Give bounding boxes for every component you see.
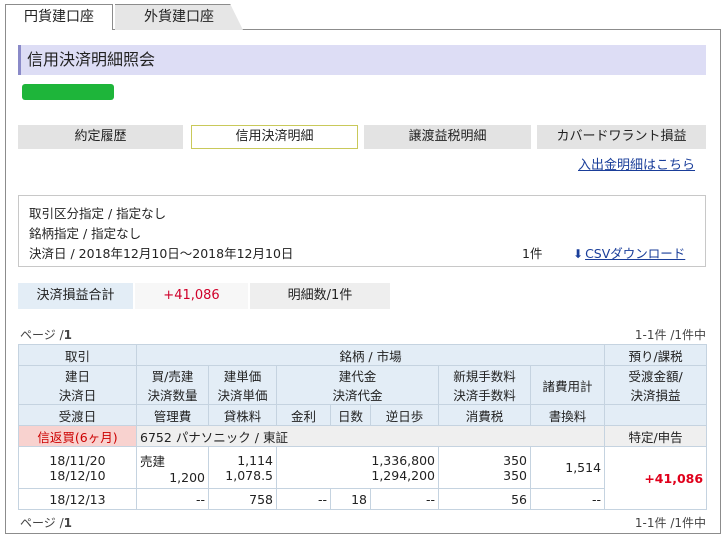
new-fee: 350: [503, 452, 527, 468]
settle-price: 1,078.5: [225, 467, 273, 483]
masked-account-name: [22, 84, 114, 100]
rewrite-fee: --: [529, 488, 606, 510]
header-settle-price: 決済単価: [217, 388, 268, 403]
header-trade: 取引: [18, 344, 137, 366]
lending-fee: 758: [208, 488, 277, 510]
interest: --: [276, 488, 331, 510]
settlement-table: 取引 銘柄 / 市場 預り/課税 建日決済日 買/売建決済数量 建単価決済単価 …: [18, 344, 708, 510]
cell-fees: 350 350: [438, 446, 531, 489]
page-indicator-bottom: ページ /1: [20, 514, 72, 531]
table-row: 18/12/13 -- 758 -- 18 -- 56 --: [18, 488, 707, 510]
subtab-trade-history[interactable]: 約定履歴: [18, 125, 183, 149]
header-account-tax: 預り/課税: [604, 344, 708, 366]
header-open-date: 建日: [64, 369, 90, 384]
subtab-covered-warrant[interactable]: カバードワラント損益: [537, 125, 706, 149]
header-amounts: 建代金 決済代金: [276, 365, 439, 405]
cell-side-qty: 売建 1,200: [136, 446, 209, 489]
reverse-fee: --: [370, 488, 439, 510]
range-bottom: 1-1件 /1件中: [634, 516, 706, 530]
header-settle-amount: 決済代金: [332, 388, 383, 403]
header-settle-fee: 決済手数料: [453, 388, 516, 403]
header-fees: 新規手数料決済手数料: [438, 365, 531, 405]
header-empty: [604, 404, 708, 426]
page-label: ページ /: [20, 328, 64, 342]
header-total-cost: 諸費用計: [529, 365, 606, 405]
account-type: 特定/申告: [604, 425, 708, 447]
subtab-capital-gains-tax[interactable]: 譲渡益税明細: [364, 125, 531, 149]
tab-foreign-account[interactable]: 外貨建口座: [115, 4, 243, 30]
main-panel: 信用決済明細照会 約定履歴 信用決済明細 譲渡益税明細 カバードワラント損益 入…: [5, 29, 721, 534]
page-number[interactable]: 1: [64, 516, 72, 530]
cell-dates: 18/11/20 18/12/10: [18, 446, 137, 489]
header-rewrite-fee: 書換料: [529, 404, 606, 426]
deposit-withdrawal-link[interactable]: 入出金明細はこちら: [578, 154, 695, 173]
subtabs: 約定履歴 信用決済明細 譲渡益税明細 カバードワラント損益: [18, 125, 706, 149]
delivery-date: 18/12/13: [18, 488, 137, 510]
result-count: 1件: [522, 246, 543, 261]
range-top: 1-1件 /1件中: [634, 328, 706, 342]
account-tabs: 円貨建口座 外貨建口座: [5, 4, 721, 30]
header-new-fee: 新規手数料: [453, 369, 516, 384]
header-interest: 金利: [276, 404, 331, 426]
header-settle-date: 決済日: [58, 388, 97, 403]
table-row-label: 信返買(6ヶ月) 6752 パナソニック / 東証 特定/申告: [18, 425, 708, 447]
criteria-trade-type: 取引区分指定 / 指定なし: [29, 206, 167, 221]
cell-amounts: 1,336,800 1,294,200: [276, 446, 439, 489]
subtab-margin-settlement[interactable]: 信用決済明細: [191, 125, 358, 149]
csv-download-link[interactable]: ⬇ CSVダウンロード: [573, 244, 685, 264]
criteria-stock: 銘柄指定 / 指定なし: [29, 226, 142, 241]
settle-fee: 350: [503, 467, 527, 483]
download-icon: ⬇: [573, 247, 584, 261]
stock-name[interactable]: 6752 パナソニック / 東証: [135, 425, 606, 447]
tab-yen-account[interactable]: 円貨建口座: [5, 4, 113, 30]
header-lending-fee: 貸株料: [208, 404, 277, 426]
header-tax: 消費税: [438, 404, 531, 426]
page-number[interactable]: 1: [64, 328, 72, 342]
settle-date: 18/12/10: [49, 467, 106, 483]
open-amount: 1,336,800: [371, 452, 435, 468]
header-row-3: 受渡日 管理費 貸株料 金利 日数 逆日歩 消費税 書換料: [18, 404, 708, 426]
page-label: ページ /: [20, 516, 64, 530]
header-pnl: 決済損益: [630, 388, 681, 403]
header-stock-market: 銘柄 / 市場: [135, 344, 606, 366]
header-mgmt-fee: 管理費: [136, 404, 209, 426]
mgmt-fee: --: [136, 488, 209, 510]
settlement-pnl: +41,086: [604, 446, 708, 510]
open-price: 1,114: [237, 452, 273, 468]
header-delivery-pnl: 受渡金額/決済損益: [604, 365, 708, 405]
pnl-total-value: +41,086: [135, 283, 248, 309]
table-row: 18/11/20 18/12/10 売建 1,200 1,114 1,078.5 1,…: [18, 446, 708, 510]
total-cost: 1,514: [529, 446, 606, 489]
days: 18: [330, 488, 371, 510]
header-reverse-fee: 逆日歩: [370, 404, 439, 426]
header-prices: 建単価 決済単価: [208, 365, 277, 405]
pnl-total-label: 決済損益合計: [18, 283, 133, 309]
side: 売建: [140, 453, 166, 469]
trade-type-badge: 信返買(6ヶ月): [18, 425, 137, 447]
header-row-2: 建日決済日 買/売建決済数量 建単価決済単価 建代金決済代金 新規手数料決済手数…: [18, 365, 708, 405]
header-open-price: 建単価: [223, 369, 262, 384]
header-open-settle-date: 建日 決済日: [18, 365, 137, 405]
criteria-box: 取引区分指定 / 指定なし 銘柄指定 / 指定なし 決済日 / 2018年12月…: [18, 195, 706, 267]
header-open-amount: 建代金: [338, 369, 377, 384]
detail-count: 明細数/1件: [250, 283, 390, 309]
page-title: 信用決済明細照会: [18, 45, 706, 75]
header-delivery-amount: 受渡金額/: [628, 369, 683, 384]
header-side-qty: 買/売建決済数量: [136, 365, 209, 405]
header-delivery-date: 受渡日: [18, 404, 137, 426]
page-indicator-top: ページ /1: [20, 326, 72, 343]
qty: 1,200: [169, 469, 205, 485]
header-qty: 決済数量: [147, 388, 198, 403]
tax: 56: [438, 488, 531, 510]
csv-download-label: CSVダウンロード: [585, 246, 686, 261]
header-days: 日数: [330, 404, 371, 426]
header-side: 買/売建: [151, 369, 194, 384]
header-row-1: 取引 銘柄 / 市場 預り/課税: [18, 344, 708, 366]
cell-prices: 1,114 1,078.5: [208, 446, 277, 489]
open-date: 18/11/20: [49, 452, 106, 468]
settle-amount: 1,294,200: [371, 467, 435, 483]
